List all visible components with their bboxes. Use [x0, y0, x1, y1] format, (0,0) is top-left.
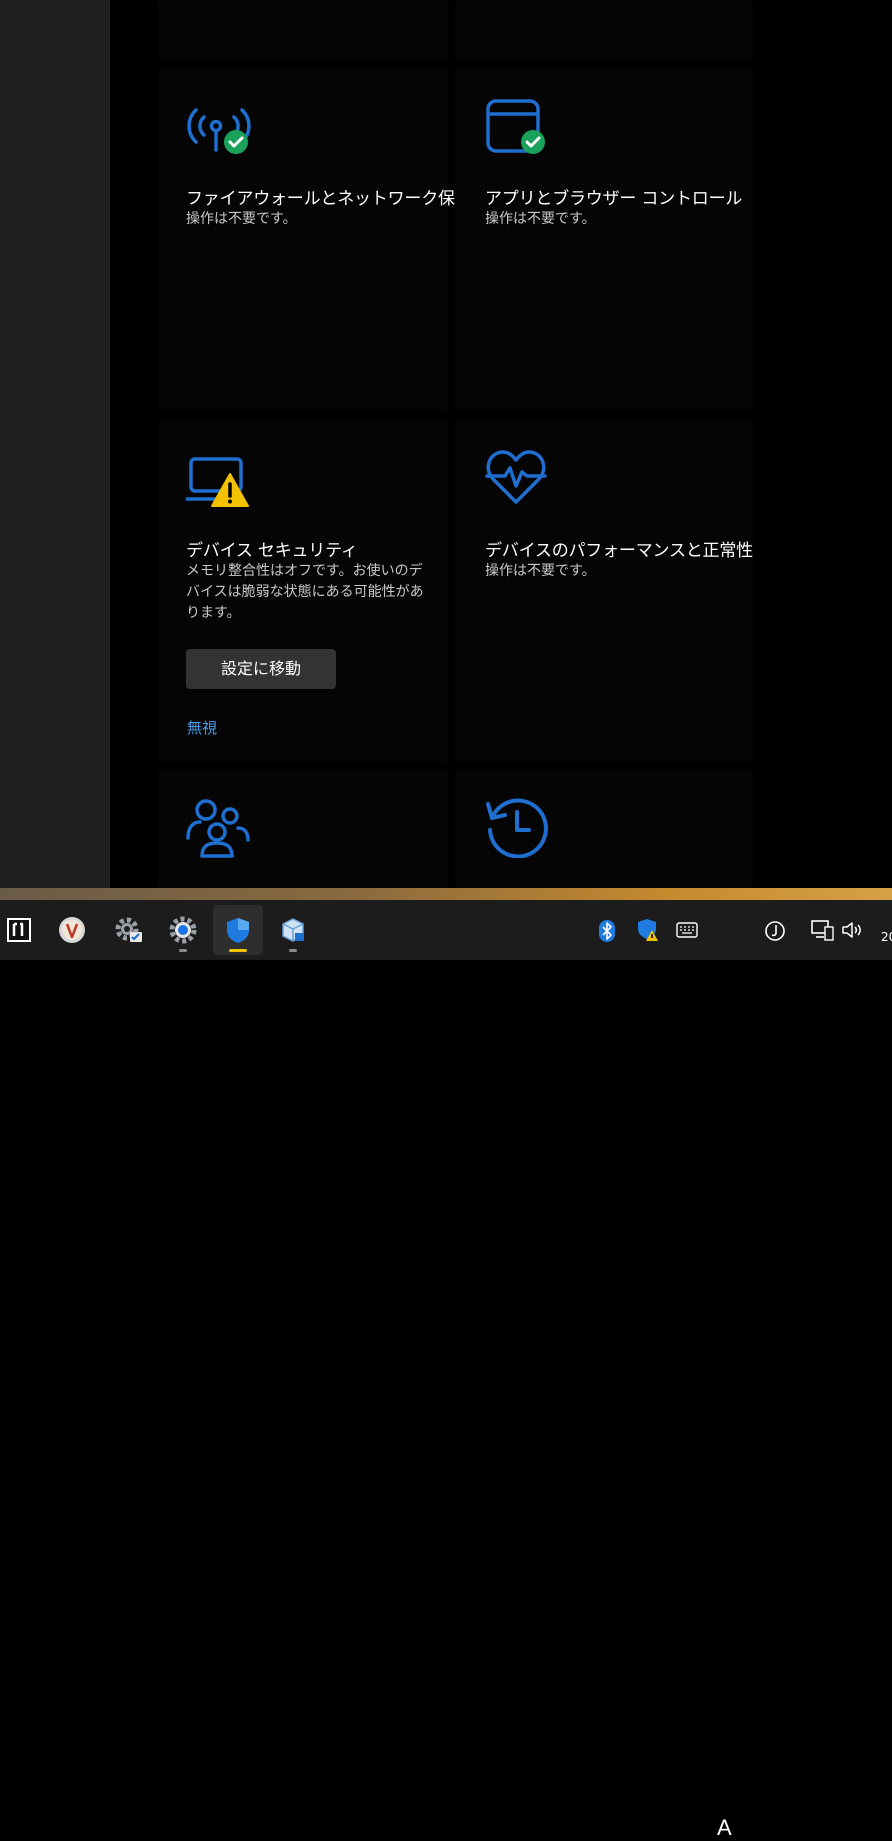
ime-toggle-icon[interactable]: [764, 920, 786, 942]
app-window-check-icon: [485, 98, 551, 160]
bluetooth-icon[interactable]: [598, 920, 616, 942]
notepad-app-button[interactable]: [0, 905, 44, 955]
settings-app-button[interactable]: [103, 905, 153, 955]
defender-shield-icon: [227, 918, 249, 943]
card-title: デバイスのパフォーマンスと正常性: [485, 541, 753, 561]
go-to-settings-button[interactable]: 設定に移動: [186, 649, 336, 689]
wifi-antenna-check-icon: [186, 98, 252, 160]
card-top-right-partial: [455, 0, 753, 60]
card-history[interactable]: [455, 770, 753, 888]
chrome-settings-icon: [169, 916, 197, 944]
card-status: 操作は不要です。: [186, 211, 297, 227]
card-title: ファイアウォールとネットワーク保護: [186, 189, 472, 209]
card-title: デバイス セキュリティ: [186, 541, 358, 561]
history-icon: [485, 796, 551, 859]
card-top-left-partial: [158, 0, 448, 60]
card-performance[interactable]: デバイスのパフォーマンスと正常性 操作は不要です。: [455, 420, 753, 762]
active-indicator: [229, 949, 247, 952]
browser-app-button[interactable]: [47, 905, 97, 955]
left-navigation-pane: [0, 0, 110, 888]
keyboard-icon[interactable]: [676, 922, 698, 938]
laptop-warning-icon: [185, 456, 252, 518]
family-icon: [186, 798, 252, 860]
defender-app-button[interactable]: [213, 905, 263, 955]
card-app-browser[interactable]: アプリとブラウザー コントロール 操作は不要です。: [455, 68, 753, 410]
volume-icon[interactable]: [841, 920, 863, 940]
card-status: 操作は不要です。: [485, 563, 596, 579]
heart-pulse-icon: [485, 448, 551, 510]
dictionary-icon: [282, 918, 304, 942]
dismiss-link[interactable]: 無視: [187, 717, 217, 738]
defender-warning-icon[interactable]: [637, 918, 659, 942]
card-firewall[interactable]: ファイアウォールとネットワーク保護 操作は不要です。: [158, 68, 472, 410]
browser-icon: [59, 917, 85, 943]
card-family[interactable]: [158, 770, 448, 888]
chrome-settings-app-button[interactable]: [158, 905, 208, 955]
taskbar: A 20: [0, 900, 892, 1840]
card-device-security[interactable]: デバイス セキュリティ メモリ整合性はオフです。お使いのデバイスは脆弱な状態にあ…: [158, 420, 448, 762]
dictionary-app-button[interactable]: [268, 905, 318, 955]
card-title: アプリとブラウザー コントロール: [485, 189, 743, 209]
card-status: 操作は不要です。: [485, 211, 596, 227]
running-indicator: [289, 949, 297, 952]
notepad-icon: [7, 918, 31, 942]
desktop-wallpaper-strip: [0, 888, 892, 900]
card-status: メモリ整合性はオフです。お使いのデバイスは脆弱な状態にある可能性があります。: [186, 563, 424, 621]
clock[interactable]: 20: [881, 930, 892, 944]
running-indicator: [179, 949, 187, 952]
ime-mode-indicator[interactable]: A: [717, 1815, 732, 1841]
settings-check-icon: [115, 917, 142, 942]
network-icon[interactable]: [810, 919, 834, 941]
